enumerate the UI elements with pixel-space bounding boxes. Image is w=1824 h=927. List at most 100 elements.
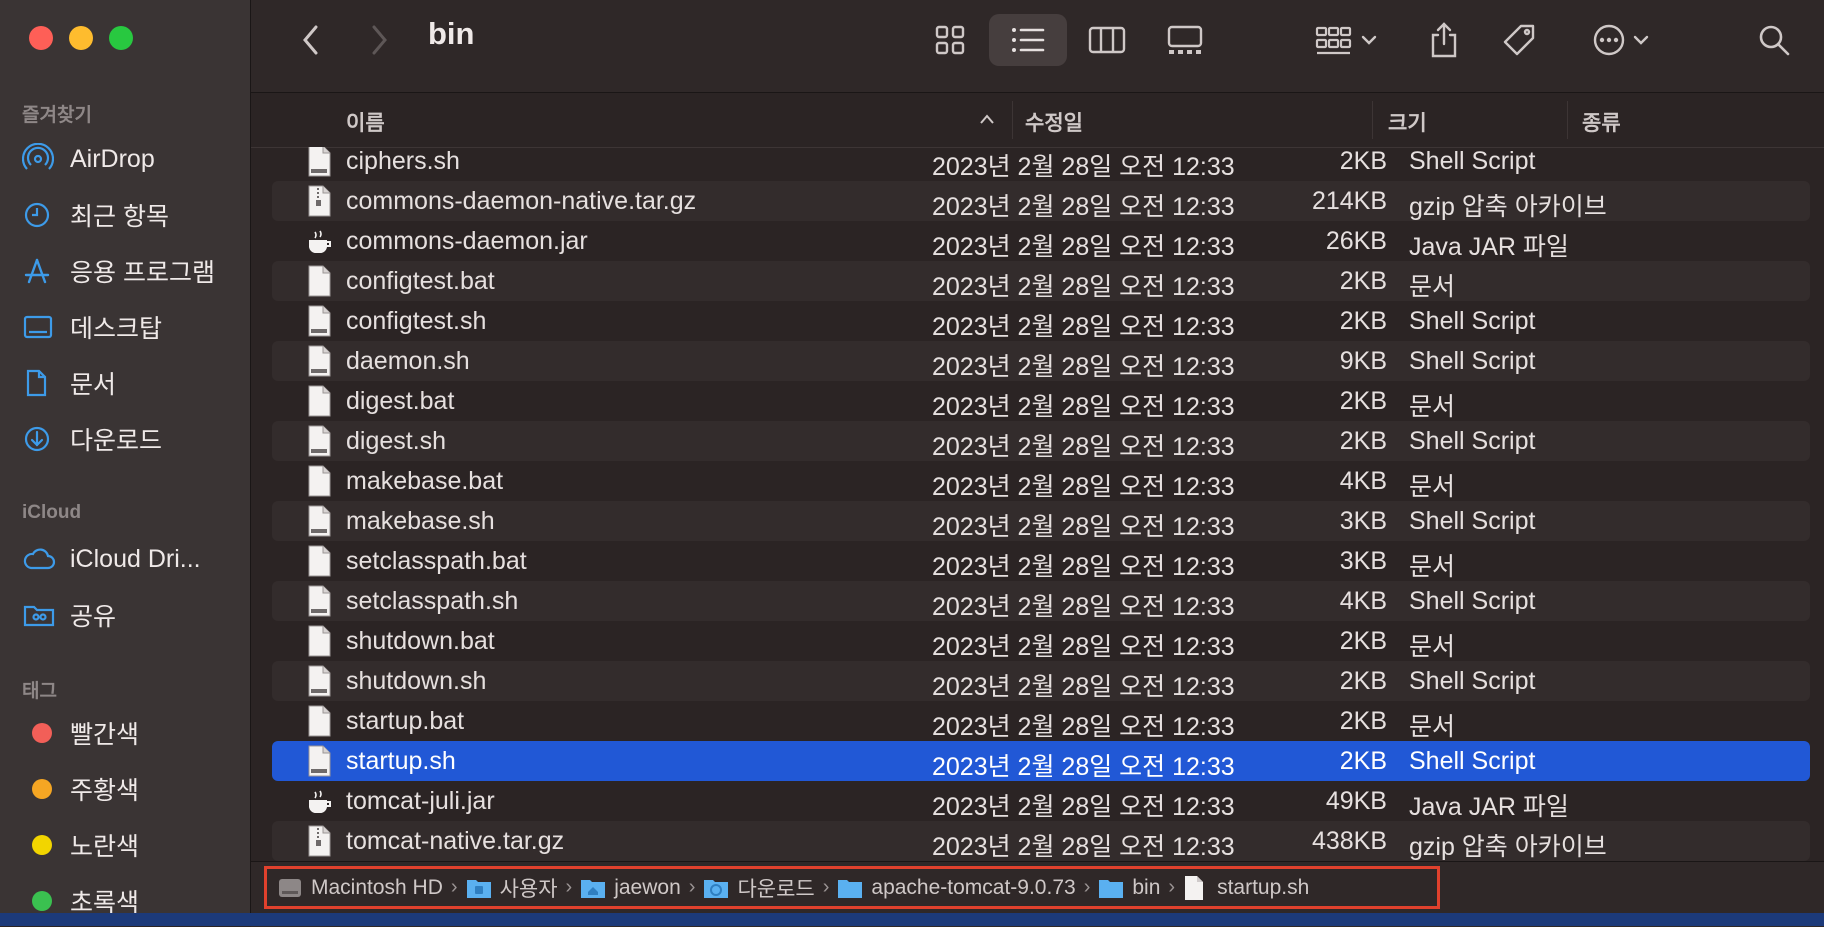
table-row[interactable]: tomcat-native.tar.gz 2023년 2월 28일 오전 12:…: [272, 821, 1810, 861]
sidebar-item-tag-red[interactable]: 빨간색: [22, 713, 139, 753]
file-size: 2KB: [1339, 147, 1387, 175]
table-row[interactable]: digest.sh 2023년 2월 28일 오전 12:33 2KB Shel…: [272, 421, 1810, 461]
minimize-window-button[interactable]: [69, 26, 93, 50]
table-row[interactable]: shutdown.sh 2023년 2월 28일 오전 12:33 2KB Sh…: [272, 661, 1810, 701]
column-date-header[interactable]: 수정일: [1025, 107, 1083, 137]
path-item[interactable]: 사용자: [466, 873, 558, 903]
tags-button[interactable]: [1493, 14, 1545, 66]
file-kind: 문서: [1409, 633, 1456, 661]
icon-view-button[interactable]: [924, 14, 976, 66]
file-list: ciphers.sh 2023년 2월 28일 오전 12:33 2KB She…: [251, 147, 1824, 861]
sidebar-item-label: 빨간색: [70, 721, 140, 749]
sidebar-item-documents[interactable]: 문서: [22, 363, 116, 403]
file-name: startup.bat: [346, 707, 465, 735]
chevron-left-icon: [303, 25, 318, 55]
path-item-label: bin: [1132, 875, 1161, 899]
more-actions-button[interactable]: [1581, 14, 1661, 66]
file-kind: Shell Script: [1409, 667, 1536, 695]
table-row[interactable]: digest.bat 2023년 2월 28일 오전 12:33 2KB 문서: [272, 381, 1810, 421]
file-date: 2023년 2월 28일 오전 12:33: [932, 793, 1235, 821]
path-item[interactable]: bin: [1098, 876, 1160, 900]
file-kind: 문서: [1409, 713, 1456, 741]
table-row[interactable]: setclasspath.sh 2023년 2월 28일 오전 12:33 4K…: [272, 581, 1810, 621]
table-row[interactable]: daemon.sh 2023년 2월 28일 오전 12:33 9KB Shel…: [272, 341, 1810, 381]
file-name: setclasspath.bat: [346, 547, 527, 575]
table-row[interactable]: makebase.sh 2023년 2월 28일 오전 12:33 3KB Sh…: [272, 501, 1810, 541]
sidebar-item-label: 노란색: [70, 833, 140, 861]
path-item[interactable]: jaewon: [580, 876, 681, 900]
sidebar-item-tag-orange[interactable]: 주황색: [22, 769, 139, 809]
sidebar-item-desktop[interactable]: 데스크탑: [22, 307, 162, 347]
search-button[interactable]: [1751, 14, 1797, 66]
sidebar-item-label: AirDrop: [70, 144, 155, 173]
back-button[interactable]: [291, 14, 331, 66]
column-name-header[interactable]: 이름: [346, 107, 385, 137]
toolbar: bin: [251, 0, 1824, 93]
shell-script-icon: [308, 745, 331, 777]
table-row[interactable]: configtest.bat 2023년 2월 28일 오전 12:33 2KB…: [272, 261, 1810, 301]
sidebar-item-shared[interactable]: 공유: [22, 595, 116, 635]
table-row[interactable]: shutdown.bat 2023년 2월 28일 오전 12:33 2KB 문…: [272, 621, 1810, 661]
sidebar-item-tag-yellow[interactable]: 노란색: [22, 825, 139, 865]
shared-folder-icon: [22, 599, 62, 631]
folder-icon: [1098, 876, 1124, 900]
close-window-button[interactable]: [29, 26, 53, 50]
forward-button[interactable]: [359, 14, 399, 66]
file-date: 2023년 2월 28일 오전 12:33: [932, 433, 1235, 461]
gallery-view-button[interactable]: [1159, 14, 1211, 66]
file-size: 2KB: [1339, 307, 1387, 335]
file-size: 4KB: [1339, 587, 1387, 615]
group-by-button[interactable]: [1306, 14, 1386, 66]
file-kind: Shell Script: [1409, 307, 1536, 335]
chevron-right-icon: [372, 25, 387, 55]
sidebar-item-downloads[interactable]: 다운로드: [22, 419, 162, 459]
file-name: digest.sh: [346, 427, 447, 455]
zoom-window-button[interactable]: [109, 26, 133, 50]
column-size-header[interactable]: 크기: [1388, 107, 1427, 137]
path-item[interactable]: apache-tomcat-9.0.73: [837, 876, 1076, 900]
file-date: 2023년 2월 28일 오전 12:33: [932, 393, 1235, 421]
table-row-selected[interactable]: startup.sh 2023년 2월 28일 오전 12:33 2KB She…: [272, 741, 1810, 781]
path-item-label: 다운로드: [737, 877, 815, 901]
java-jar-icon: [309, 790, 331, 814]
sidebar-item-label: iCloud Dri...: [70, 544, 201, 573]
list-view-button[interactable]: [989, 14, 1067, 66]
path-item[interactable]: 다운로드: [703, 873, 815, 903]
sidebar-item-label: 데스크탑: [70, 315, 163, 343]
column-view-button[interactable]: [1081, 14, 1133, 66]
table-row[interactable]: makebase.bat 2023년 2월 28일 오전 12:33 4KB 문…: [272, 461, 1810, 501]
icloud-heading: iCloud: [22, 502, 82, 523]
file-kind: Shell Script: [1409, 347, 1536, 375]
share-button[interactable]: [1421, 14, 1467, 66]
path-item[interactable]: startup.sh: [1183, 875, 1309, 900]
sidebar-item-label: 최근 항목: [70, 203, 169, 231]
file-name: tomcat-native.tar.gz: [346, 827, 565, 855]
table-row[interactable]: configtest.sh 2023년 2월 28일 오전 12:33 2KB …: [272, 301, 1810, 341]
column-kind-header[interactable]: 종류: [1582, 107, 1621, 137]
path-item[interactable]: Macintosh HD: [277, 876, 443, 900]
file-date: 2023년 2월 28일 오전 12:33: [932, 233, 1235, 261]
sidebar-item-recents[interactable]: 최근 항목: [22, 195, 169, 235]
sidebar-item-airdrop[interactable]: AirDrop: [22, 139, 155, 179]
file-size: 9KB: [1339, 347, 1387, 375]
table-row[interactable]: commons-daemon.jar 2023년 2월 28일 오전 12:33…: [272, 221, 1810, 261]
hard-drive-icon: [277, 876, 303, 900]
sidebar-item-applications[interactable]: 응용 프로그램: [22, 251, 215, 291]
table-row[interactable]: setclasspath.bat 2023년 2월 28일 오전 12:33 3…: [272, 541, 1810, 581]
gallery-icon: [1167, 25, 1203, 54]
table-row[interactable]: tomcat-juli.jar 2023년 2월 28일 오전 12:33 49…: [272, 781, 1810, 821]
document-icon: [308, 385, 331, 417]
tag-icon: [1503, 24, 1535, 56]
file-size: 2KB: [1339, 427, 1387, 455]
table-row[interactable]: startup.bat 2023년 2월 28일 오전 12:33 2KB 문서: [272, 701, 1810, 741]
file-kind: Shell Script: [1409, 747, 1536, 775]
table-row[interactable]: commons-daemon-native.tar.gz 2023년 2월 28…: [272, 181, 1810, 221]
sidebar-item-label: 공유: [70, 603, 117, 631]
sidebar-item-label: 주황색: [70, 777, 140, 805]
yellow-tag-icon: [32, 835, 52, 855]
file-size: 214KB: [1311, 187, 1387, 215]
table-row[interactable]: ciphers.sh 2023년 2월 28일 오전 12:33 2KB She…: [272, 147, 1810, 181]
file-kind: Shell Script: [1409, 147, 1536, 175]
sidebar-item-icloud-drive[interactable]: iCloud Dri...: [22, 539, 201, 579]
shell-script-icon: [308, 665, 331, 697]
